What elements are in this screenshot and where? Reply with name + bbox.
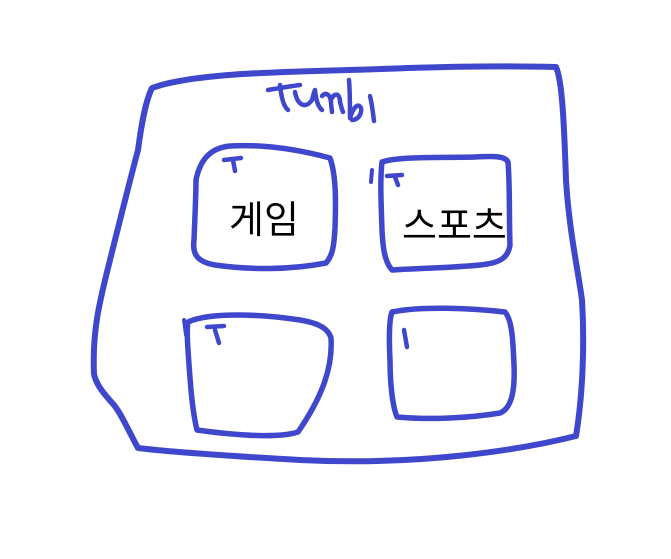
tile-bottom-left-tick xyxy=(204,323,227,346)
tile-bottom-right-tick xyxy=(401,327,410,350)
tile-top-right-tick xyxy=(384,172,405,188)
tile-label-game: 게임 xyxy=(229,198,299,242)
tile-bottom-left[interactable] xyxy=(184,312,334,439)
sketch-drawing xyxy=(90,63,587,465)
title-handwriting xyxy=(265,77,377,124)
tile-bottom-right[interactable] xyxy=(386,305,517,422)
tile-bottom-left-mark xyxy=(182,318,188,337)
tile-label-sports: 스포츠 xyxy=(402,204,507,248)
tile-top-left-tick xyxy=(221,155,244,174)
tile-top-right-mark xyxy=(369,168,374,184)
